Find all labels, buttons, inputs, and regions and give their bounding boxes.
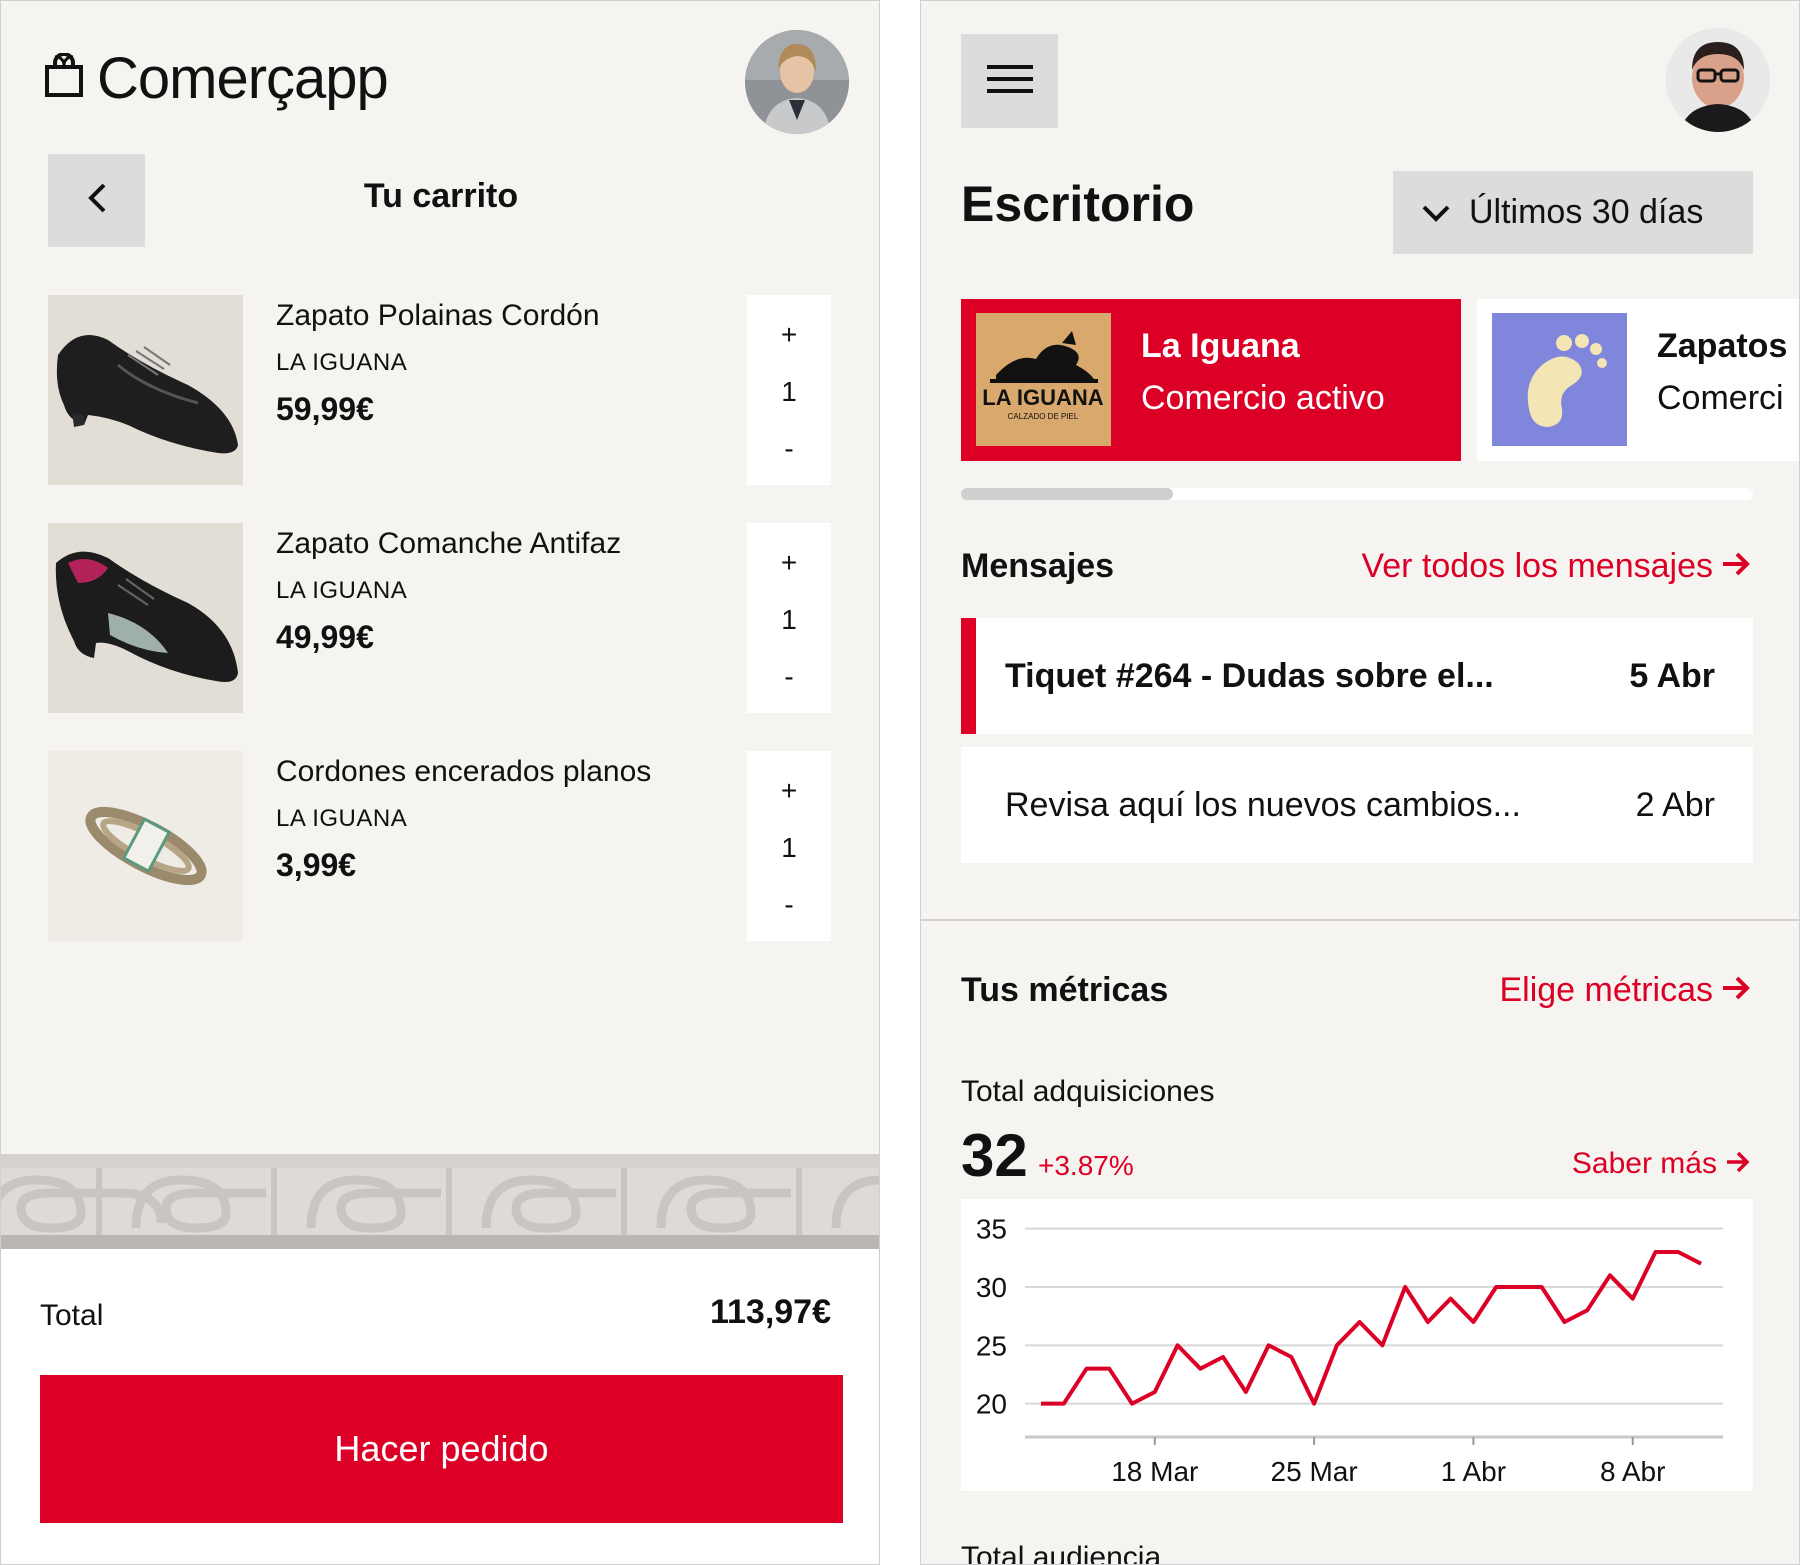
- decrease-button[interactable]: -: [747, 433, 831, 465]
- cart-footer: Total 113,97€ Hacer pedido: [1, 1249, 879, 1564]
- hamburger-menu-icon: [986, 63, 1033, 100]
- page-title: Escritorio: [961, 176, 1195, 232]
- y-tick-label: 35: [976, 1214, 1007, 1245]
- message-subject: Revisa aquí los nuevos cambios...: [1005, 785, 1521, 824]
- decrease-button[interactable]: -: [747, 661, 831, 693]
- product-image: [48, 523, 243, 713]
- y-tick-label: 20: [976, 1389, 1007, 1420]
- next-metric-label: Total audiencia: [961, 1541, 1162, 1565]
- place-order-button[interactable]: Hacer pedido: [40, 1375, 843, 1523]
- cart-item[interactable]: Zapato Comanche Antifaz LA IGUANA 49,99€…: [48, 523, 831, 713]
- store-card-zapatos[interactable]: Zapatos Comerci: [1477, 299, 1799, 461]
- store-logo-subtext: CALZADO DE PIEL: [1008, 412, 1079, 421]
- cart-screen: Comerçapp Tu carrito Zapato Polainas Cor…: [0, 0, 880, 1565]
- message-item[interactable]: Revisa aquí los nuevos cambios... 2 Abr: [961, 747, 1753, 863]
- cart-item[interactable]: Zapato Polainas Cordón LA IGUANA 59,99€ …: [48, 295, 831, 485]
- store-logo: LA IGUANA CALZADO DE PIEL: [976, 313, 1111, 446]
- brand-name: Comerçapp: [97, 46, 389, 111]
- store-status: Comerci: [1657, 379, 1784, 417]
- learn-more-link[interactable]: Saber más: [1572, 1147, 1751, 1181]
- chevron-down-icon: [1421, 193, 1451, 232]
- user-avatar[interactable]: [1666, 28, 1770, 132]
- y-tick-label: 30: [976, 1272, 1007, 1303]
- product-price: 59,99€: [276, 391, 374, 427]
- message-item[interactable]: Tiquet #264 - Dudas sobre el... 5 Abr: [961, 618, 1753, 734]
- store-status: Comercio activo: [1141, 379, 1385, 417]
- increase-button[interactable]: +: [747, 547, 831, 579]
- quantity-value: 1: [781, 376, 797, 407]
- x-tick-label: 25 Mar: [1271, 1456, 1358, 1487]
- store-logo-text: LA IGUANA: [982, 385, 1104, 410]
- product-name: Zapato Comanche Antifaz: [276, 527, 622, 560]
- arrow-right-icon: [1721, 547, 1751, 586]
- date-range-select[interactable]: Últimos 30 días: [1393, 171, 1753, 254]
- message-date: 2 Abr: [1635, 785, 1715, 824]
- total-label: Total: [40, 1299, 104, 1332]
- app-brand[interactable]: Comerçapp: [43, 45, 389, 112]
- arrow-right-icon: [1721, 971, 1751, 1010]
- product-name: Zapato Polainas Cordón: [276, 299, 600, 332]
- product-price: 49,99€: [276, 619, 374, 655]
- learn-more-label: Saber más: [1571, 1147, 1717, 1180]
- quantity-stepper: + 1 -: [747, 751, 831, 941]
- metric-delta: +3.87%: [1038, 1150, 1134, 1181]
- increase-button[interactable]: +: [747, 775, 831, 807]
- choose-metrics-label: Elige métricas: [1499, 971, 1713, 1009]
- y-tick-label: 25: [976, 1330, 1007, 1361]
- product-image: [48, 751, 243, 941]
- metric-label: Total adquisiciones: [961, 1075, 1215, 1108]
- product-store: LA IGUANA: [276, 577, 408, 604]
- total-value: 113,97€: [709, 1293, 831, 1331]
- line-chart: 20 25 30 35 18 Mar 25 Mar 1 Abr 8 Abr: [976, 1214, 1723, 1487]
- metric-value: 32: [961, 1122, 1028, 1189]
- product-store: LA IGUANA: [276, 349, 408, 376]
- acquisitions-chart: 20 25 30 35 18 Mar 25 Mar 1 Abr 8 Abr: [961, 1199, 1753, 1491]
- series-line: [1041, 1250, 1702, 1406]
- date-range-value: Últimos 30 días: [1469, 193, 1704, 231]
- quantity-value: 1: [781, 832, 797, 863]
- increase-button[interactable]: +: [747, 319, 831, 351]
- cart-item[interactable]: Cordones encerados planos LA IGUANA 3,99…: [48, 751, 831, 941]
- store-name: Zapatos: [1657, 327, 1788, 365]
- store-card-la-iguana[interactable]: LA IGUANA CALZADO DE PIEL La Iguana Come…: [961, 299, 1461, 461]
- view-all-messages-link[interactable]: Ver todos los mensajes: [1361, 547, 1751, 586]
- product-image: [48, 295, 243, 485]
- user-avatar[interactable]: [745, 30, 849, 134]
- store-name: La Iguana: [1141, 327, 1300, 365]
- decorative-pattern: [1, 1154, 879, 1249]
- store-logo: [1492, 313, 1627, 446]
- x-tick-label: 8 Abr: [1600, 1456, 1665, 1487]
- x-tick-label: 18 Mar: [1111, 1456, 1198, 1487]
- product-price: 3,99€: [276, 847, 357, 883]
- message-subject: Tiquet #264 - Dudas sobre el...: [1005, 656, 1494, 695]
- dashboard-screen: Escritorio Últimos 30 días LA IGUANA CAL…: [920, 0, 1800, 1565]
- quantity-stepper: + 1 -: [747, 523, 831, 713]
- product-store: LA IGUANA: [276, 805, 408, 832]
- section-divider: [921, 919, 1799, 921]
- quantity-stepper: + 1 -: [747, 295, 831, 485]
- choose-metrics-link[interactable]: Elige métricas: [1499, 971, 1751, 1010]
- messages-title: Mensajes: [961, 547, 1115, 585]
- message-date: 5 Abr: [1629, 656, 1715, 695]
- shopping-bag-icon: [43, 52, 85, 104]
- menu-button[interactable]: [961, 34, 1058, 128]
- metrics-title: Tus métricas: [961, 971, 1169, 1009]
- page-title: Tu carrito: [363, 177, 519, 215]
- view-all-messages-label: Ver todos los mensajes: [1361, 547, 1713, 585]
- quantity-value: 1: [781, 604, 797, 635]
- x-tick-label: 1 Abr: [1441, 1456, 1506, 1487]
- carousel-scrollbar-thumb[interactable]: [961, 488, 1173, 500]
- arrow-right-icon: [1725, 1147, 1751, 1181]
- decrease-button[interactable]: -: [747, 889, 831, 921]
- product-name: Cordones encerados planos: [276, 755, 652, 788]
